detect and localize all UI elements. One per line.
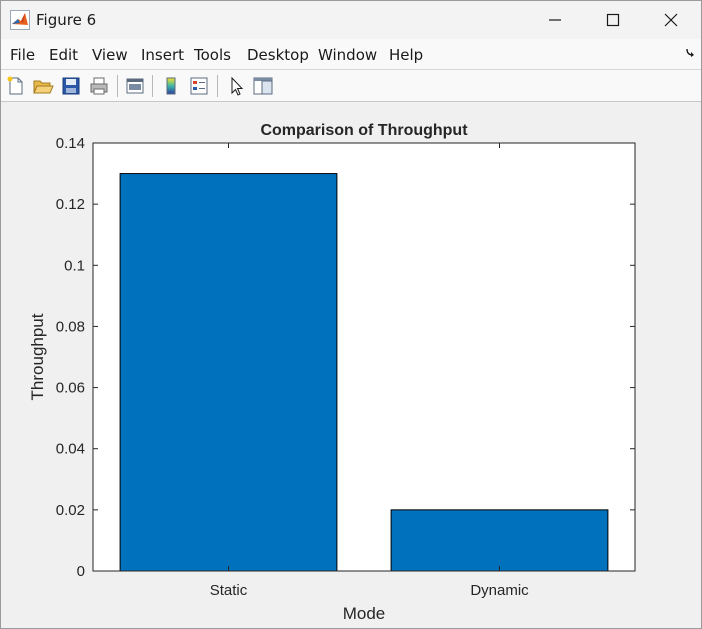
toolbar-separator [217, 75, 218, 97]
y-tick-label: 0 [77, 563, 85, 580]
menu-bar: File Edit View Insert Tools Desktop Wind… [1, 39, 701, 70]
dock-arrow-icon[interactable] [685, 47, 697, 59]
legend-icon[interactable] [188, 75, 210, 97]
link-plot-icon[interactable] [124, 75, 146, 97]
bar-dynamic [390, 509, 609, 572]
figure-window: Figure 6 File Edit View Insert Tools Des… [0, 0, 702, 629]
x-tick-labels: Static Dynamic [210, 582, 529, 599]
y-tick-label: 0.06 [56, 380, 85, 397]
y-tick-label: 0.04 [56, 441, 85, 458]
menu-desktop[interactable]: Desktop [247, 46, 309, 64]
bar-chart: 0 0.02 0.04 0.06 0.08 0.1 0.12 0.14 Static Dynam… [28, 122, 636, 623]
menu-edit[interactable]: Edit [49, 46, 78, 64]
menu-file[interactable]: File [10, 46, 35, 64]
chart-title: Comparison of Throughput [260, 122, 468, 139]
close-button[interactable] [642, 1, 700, 39]
y-tick-label: 0.08 [56, 318, 85, 335]
minimize-icon [549, 19, 561, 21]
tool-bar [1, 70, 701, 102]
window-title: Figure 6 [36, 11, 97, 29]
property-inspector-icon[interactable] [252, 75, 274, 97]
open-file-icon[interactable] [32, 75, 54, 97]
close-icon [664, 13, 678, 27]
x-tick-label: Static [210, 582, 248, 599]
y-tick-labels: 0 0.02 0.04 0.06 0.08 0.1 0.12 0.14 [56, 135, 85, 580]
menu-window[interactable]: Window [318, 46, 377, 64]
new-figure-icon[interactable] [5, 75, 27, 97]
figure-canvas: 0 0.02 0.04 0.06 0.08 0.1 0.12 0.14 Static Dynam… [1, 102, 701, 628]
bar-static [119, 173, 338, 572]
menu-help[interactable]: Help [389, 46, 423, 64]
edit-plot-icon[interactable] [225, 75, 247, 97]
matlab-logo-icon [10, 10, 30, 30]
title-bar[interactable]: Figure 6 [1, 1, 701, 39]
y-tick-label: 0.1 [64, 257, 85, 274]
y-axis-label: Throughput [28, 313, 47, 400]
y-tick-label: 0.02 [56, 502, 85, 519]
x-axis-label: Mode [343, 604, 386, 623]
save-icon[interactable] [60, 75, 82, 97]
x-tick-label: Dynamic [470, 582, 529, 599]
toolbar-separator [152, 75, 153, 97]
y-tick-label: 0.14 [56, 135, 85, 152]
menu-tools[interactable]: Tools [194, 46, 231, 64]
print-icon[interactable] [88, 75, 110, 97]
menu-view[interactable]: View [92, 46, 128, 64]
colorbar-icon[interactable] [160, 75, 182, 97]
y-tick-label: 0.12 [56, 196, 85, 213]
menu-insert[interactable]: Insert [141, 46, 184, 64]
minimize-button[interactable] [526, 1, 584, 39]
toolbar-separator [117, 75, 118, 97]
maximize-icon [606, 13, 620, 27]
maximize-button[interactable] [584, 1, 642, 39]
